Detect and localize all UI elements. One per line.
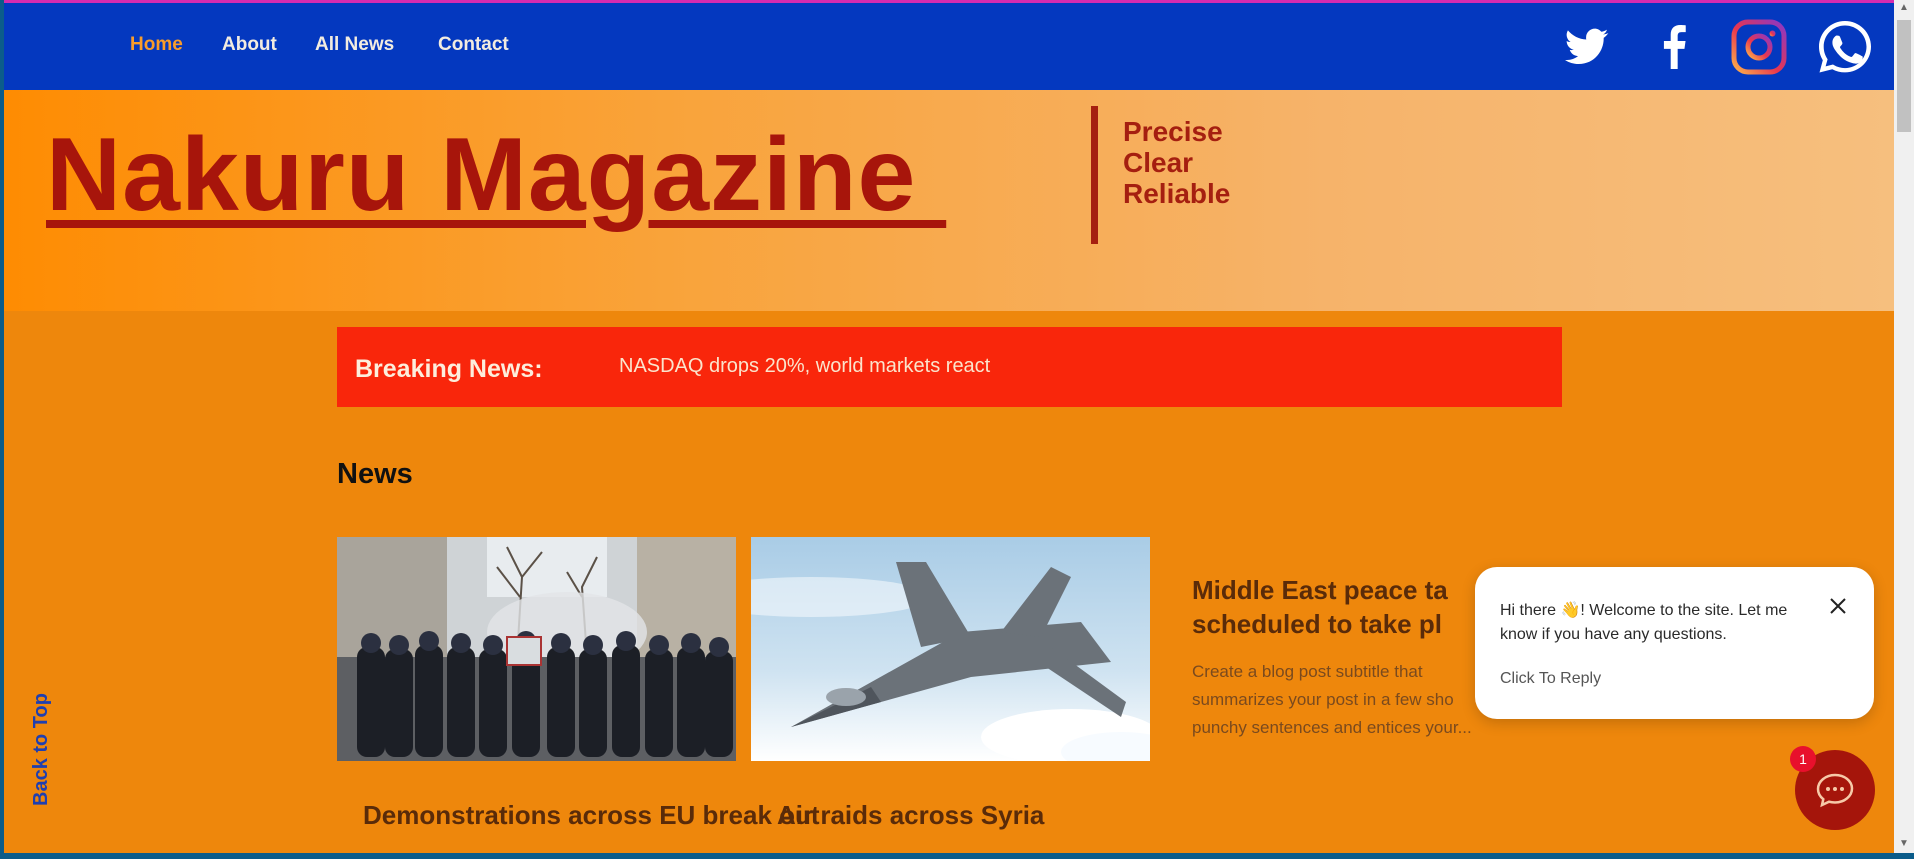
scroll-thumb[interactable] xyxy=(1897,20,1911,132)
featured-post-subtitle: Create a blog post subtitle that summari… xyxy=(1192,662,1472,737)
site-title[interactable]: Nakuru Magazine xyxy=(46,118,946,233)
card-image-air-raids[interactable] xyxy=(751,537,1150,761)
nav-contact[interactable]: Contact xyxy=(438,34,509,56)
facebook-icon[interactable] xyxy=(1645,18,1703,76)
chat-reply-link[interactable]: Click To Reply xyxy=(1500,670,1601,688)
back-to-top-link[interactable]: Back to Top xyxy=(30,693,53,806)
nav-home[interactable]: Home xyxy=(130,34,183,56)
whatsapp-icon[interactable] xyxy=(1816,18,1874,76)
card-title-demonstrations[interactable]: Demonstrations across EU break out xyxy=(363,799,820,831)
nav-about[interactable]: About xyxy=(222,34,277,56)
page: Home About All News Contact Nakuru Magaz… xyxy=(4,0,1894,853)
news-heading: News xyxy=(337,458,413,490)
card-title-air-raids[interactable]: Air raids across Syria xyxy=(777,799,1044,831)
page-scrollbar[interactable]: ▲ ▼ xyxy=(1894,0,1914,853)
nav-all-news[interactable]: All News xyxy=(315,34,394,56)
card-image-demonstrations[interactable] xyxy=(337,537,736,761)
breaking-news-label: Breaking News: xyxy=(355,355,543,383)
navbar: Home About All News Contact xyxy=(4,3,1894,90)
chat-welcome-message: Hi there 👋! Welcome to the site. Let me … xyxy=(1500,602,1788,643)
hero-banner: Nakuru Magazine Precise Clear Reliable xyxy=(4,90,1894,311)
scroll-down-arrow[interactable]: ▼ xyxy=(1898,838,1910,850)
breaking-news-banner: Breaking News: NASDAQ drops 20%, world m… xyxy=(337,327,1562,407)
chat-bubble-icon xyxy=(1816,773,1854,808)
close-icon[interactable] xyxy=(1827,595,1849,617)
status-bar xyxy=(0,853,1914,859)
chat-notification-badge: 1 xyxy=(1790,746,1816,772)
featured-post-title[interactable]: Middle East peace ta scheduled to take p… xyxy=(1192,573,1448,641)
breaking-news-text[interactable]: NASDAQ drops 20%, world markets react xyxy=(619,355,990,378)
tagline-line-2: Clear xyxy=(1123,147,1194,178)
instagram-icon[interactable] xyxy=(1730,18,1788,76)
twitter-icon[interactable] xyxy=(1558,18,1616,76)
hero-divider xyxy=(1091,106,1098,244)
chat-popup: Hi there 👋! Welcome to the site. Let me … xyxy=(1475,567,1874,719)
tagline-line-1: Precise xyxy=(1123,116,1223,147)
tagline: Precise Clear Reliable xyxy=(1123,116,1230,209)
scroll-up-arrow[interactable]: ▲ xyxy=(1898,2,1910,14)
tagline-line-3: Reliable xyxy=(1123,178,1231,209)
